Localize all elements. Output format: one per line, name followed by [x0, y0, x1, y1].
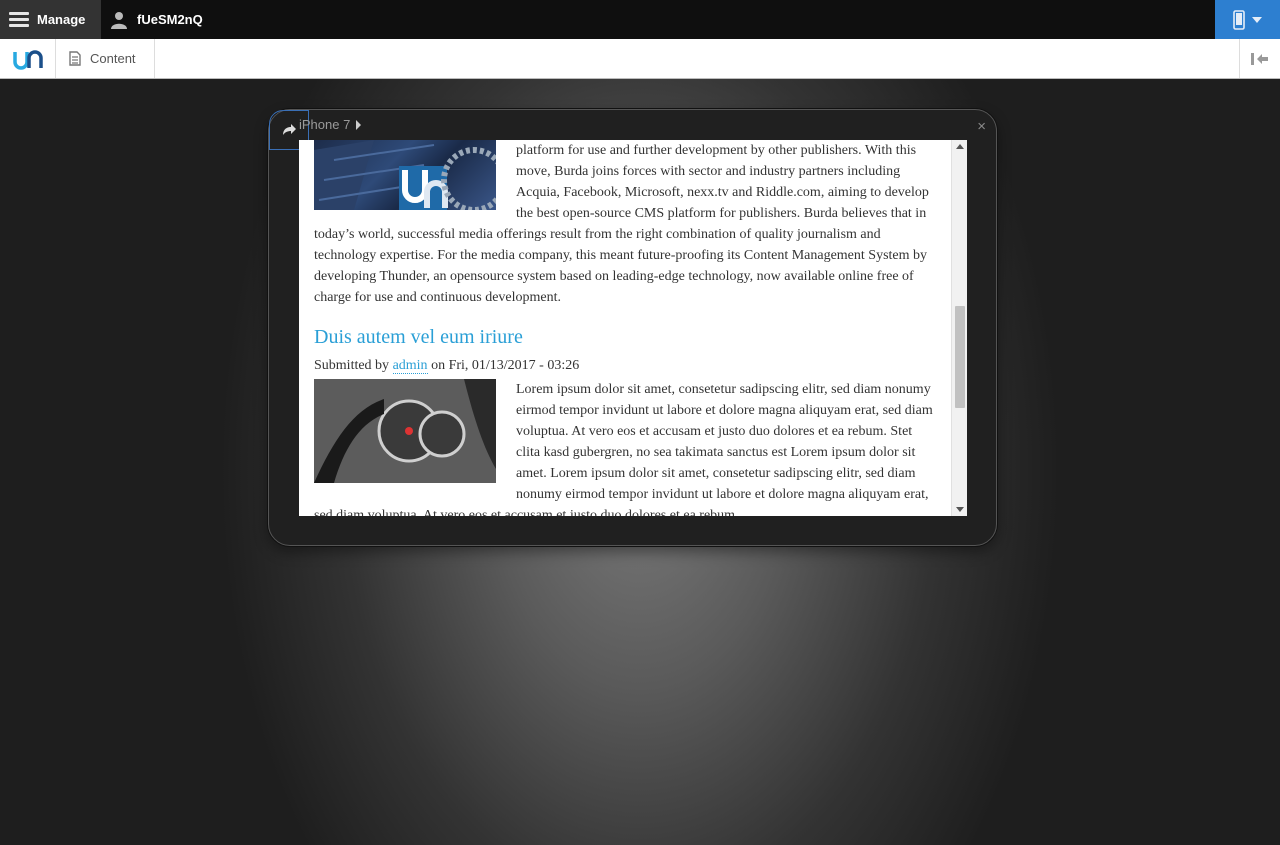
tray-orientation-toggle[interactable]	[1239, 39, 1280, 78]
article-meta: Submitted by admin on Fri, 01/13/2017 - …	[314, 355, 936, 376]
device-name-dropdown[interactable]: iPhone 7	[299, 117, 362, 132]
device-preview-frame: iPhone 7 × platform for use and further …	[268, 109, 997, 546]
article-image-graphic	[314, 379, 496, 483]
article-image[interactable]	[314, 140, 496, 210]
mobile-device-icon	[1233, 9, 1245, 30]
content-menu-item[interactable]: Content	[55, 39, 155, 78]
user-name: fUeSM2nQ	[137, 12, 203, 27]
author-link[interactable]: admin	[392, 358, 428, 374]
thunder-logo-icon	[11, 48, 44, 70]
toolbar-tray: Content	[0, 39, 1280, 79]
article-image-graphic	[314, 140, 496, 210]
article-list: platform for use and further development…	[314, 140, 936, 516]
vertical-scrollbar[interactable]	[951, 140, 967, 516]
home-logo-button[interactable]	[0, 39, 56, 78]
article-teaser: platform for use and further development…	[314, 140, 936, 308]
responsive-preview-button[interactable]	[1215, 0, 1280, 39]
chevron-down-icon	[1252, 16, 1262, 23]
manage-label: Manage	[37, 12, 86, 27]
scroll-down-arrow-icon[interactable]	[956, 507, 964, 512]
user-button[interactable]: fUeSM2nQ	[110, 0, 203, 39]
article-title[interactable]: Duis autem vel eum iriure	[314, 324, 936, 350]
close-preview-button[interactable]: ×	[977, 118, 986, 135]
user-icon	[111, 11, 127, 29]
rotate-arrow-icon	[283, 124, 296, 135]
collapse-left-icon	[1251, 52, 1268, 65]
chevron-right-icon	[356, 119, 362, 130]
menu-icon	[9, 9, 29, 30]
device-screen: platform for use and further development…	[299, 140, 967, 516]
document-icon	[69, 51, 81, 66]
article-teaser: Duis autem vel eum iriure Submitted by a…	[314, 324, 936, 516]
scroll-up-arrow-icon[interactable]	[956, 144, 964, 149]
scrollbar-thumb[interactable]	[955, 306, 965, 408]
admin-toolbar: Manage fUeSM2nQ	[0, 0, 1280, 39]
page-viewport[interactable]: platform for use and further development…	[299, 140, 951, 516]
submitted-by-label: Submitted by	[314, 358, 393, 373]
article-image[interactable]	[314, 379, 496, 483]
device-name: iPhone 7	[299, 117, 351, 132]
manage-button[interactable]: Manage	[0, 0, 101, 39]
article-date: on Fri, 01/13/2017 - 03:26	[427, 358, 580, 373]
content-label: Content	[90, 51, 136, 66]
